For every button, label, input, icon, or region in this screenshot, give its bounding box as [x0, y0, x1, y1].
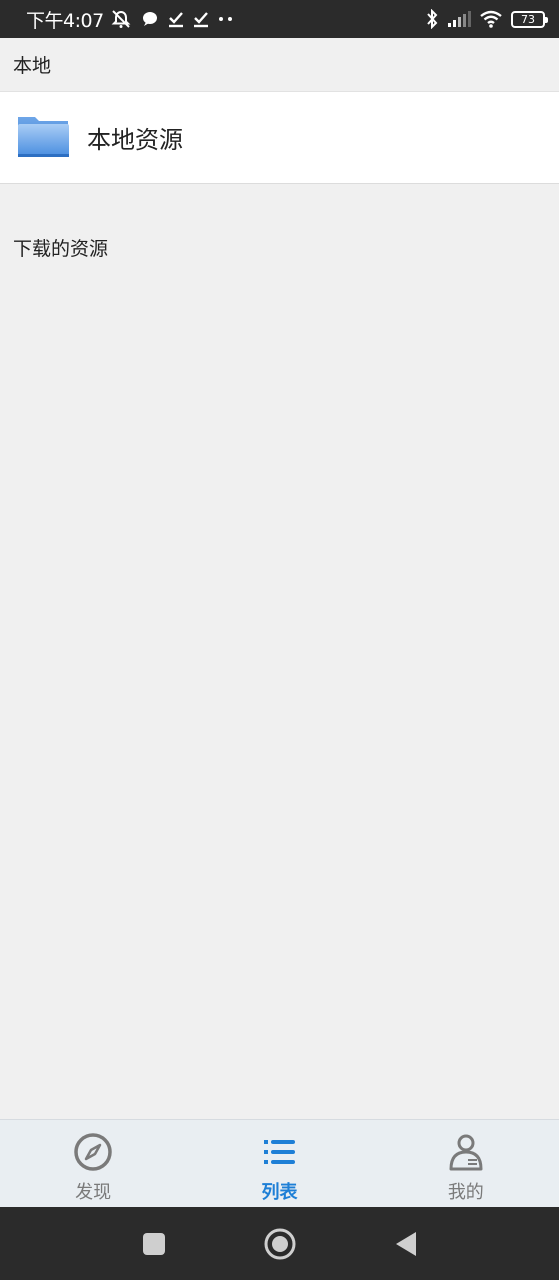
back-button[interactable]	[386, 1224, 426, 1264]
nav-tab-discover[interactable]: 发现	[0, 1120, 186, 1207]
compass-icon	[73, 1132, 113, 1176]
status-bar: 下午4:07 73	[0, 0, 559, 38]
folder-icon	[15, 113, 71, 163]
signal-icon	[447, 11, 471, 27]
alarm-off-icon	[110, 9, 132, 29]
home-circle-icon	[264, 1228, 295, 1259]
status-time: 下午4:07	[26, 9, 104, 32]
local-section-title-text: 本地	[13, 55, 52, 77]
local-folder-item[interactable]: 本地资源	[0, 91, 559, 184]
bluetooth-icon	[425, 9, 439, 29]
nav-label-discover: 发现	[75, 1182, 112, 1203]
downloads-section-title: 下载的资源	[0, 222, 559, 272]
local-folder-label: 本地资源	[87, 126, 183, 154]
system-nav-bar	[0, 1207, 559, 1280]
battery-indicator: 73	[511, 10, 548, 28]
download-done-icon	[193, 10, 209, 28]
user-icon	[446, 1132, 486, 1176]
bottom-nav: 发现 列表 我的	[0, 1119, 559, 1207]
wifi-icon	[479, 10, 503, 28]
nav-label-list: 列表	[261, 1182, 298, 1203]
list-icon	[259, 1132, 299, 1176]
local-section-title: 本地	[0, 38, 559, 91]
notification-icons	[110, 9, 234, 29]
home-button[interactable]	[260, 1224, 300, 1264]
downloads-section-title-text: 下载的资源	[13, 237, 109, 260]
nav-label-mine: 我的	[447, 1182, 484, 1203]
back-triangle-icon	[395, 1231, 416, 1256]
nav-tab-mine[interactable]: 我的	[373, 1120, 559, 1207]
recents-button[interactable]	[134, 1224, 174, 1264]
download-done-icon	[168, 10, 184, 28]
more-dots-icon	[218, 16, 234, 22]
system-status-icons: 73	[425, 9, 548, 29]
square-icon	[142, 1232, 165, 1255]
chat-bubble-icon	[141, 10, 159, 28]
nav-tab-list[interactable]: 列表	[186, 1120, 372, 1207]
